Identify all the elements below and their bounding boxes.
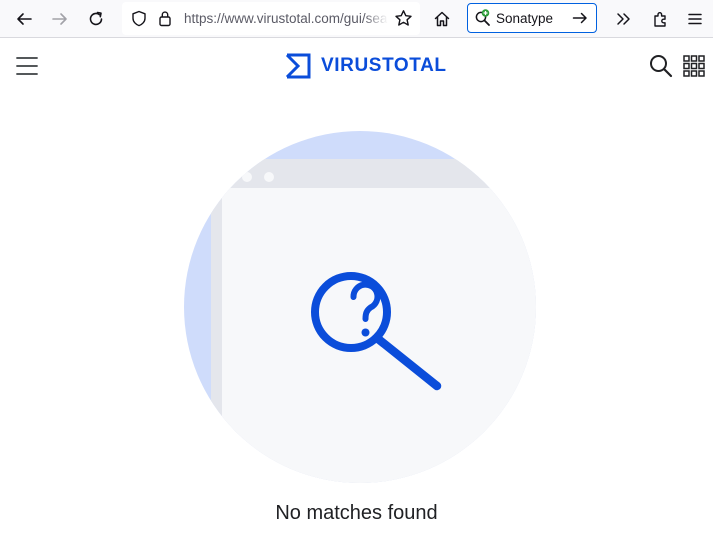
search-engine-box[interactable]: Sonatype: [467, 3, 597, 33]
address-bar[interactable]: https://www.virustotal.com/gui/search: [122, 2, 420, 35]
reload-button[interactable]: [81, 4, 111, 34]
back-button[interactable]: [9, 4, 39, 34]
browser-toolbar: https://www.virustotal.com/gui/search So…: [0, 0, 713, 38]
search-icon[interactable]: [649, 54, 673, 78]
home-button[interactable]: [427, 4, 457, 34]
empty-state-message: No matches found: [275, 502, 438, 524]
star-icon[interactable]: [394, 9, 413, 28]
home-icon: [434, 11, 450, 27]
site-header: VIRUSTOTAL: [0, 38, 713, 94]
forward-button[interactable]: [45, 4, 75, 34]
virustotal-logo-icon: [285, 53, 311, 79]
back-arrow-icon: [17, 13, 32, 25]
overflow-button[interactable]: [609, 4, 639, 34]
puzzle-icon: [654, 12, 666, 27]
arrow-right-icon[interactable]: [572, 10, 588, 26]
logo-text: VIRUSTOTAL: [321, 55, 447, 76]
lock-icon[interactable]: [158, 10, 172, 27]
extensions-button[interactable]: [646, 4, 676, 34]
empty-state-illustration: [184, 131, 536, 483]
url-text[interactable]: https://www.virustotal.com/gui/search: [184, 11, 388, 26]
shield-icon[interactable]: [131, 10, 147, 27]
app-menu-button[interactable]: [680, 4, 710, 34]
reload-icon: [89, 11, 103, 26]
hamburger-icon: [688, 13, 702, 25]
forward-arrow-icon: [52, 13, 67, 25]
apps-grid-icon[interactable]: [683, 55, 705, 77]
double-chevron-icon: [617, 13, 630, 25]
magnifier-plus-icon: [475, 9, 490, 26]
hamburger-icon[interactable]: [15, 54, 39, 78]
search-engine-label: Sonatype: [496, 11, 554, 26]
